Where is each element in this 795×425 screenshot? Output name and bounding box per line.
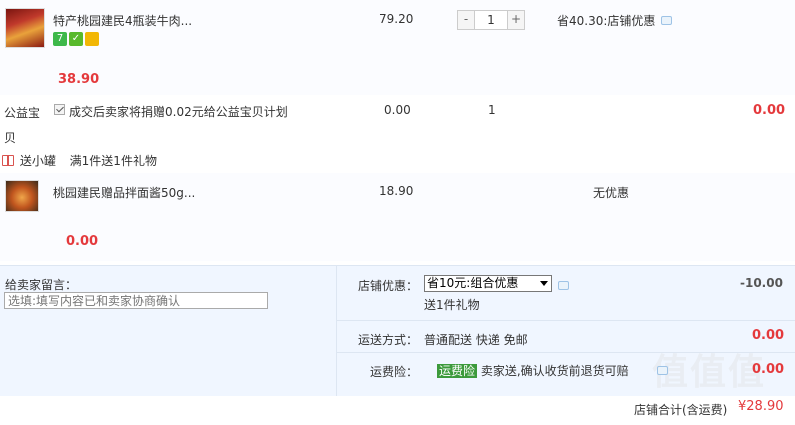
item-1-discount: 省40.30:店铺优惠 bbox=[557, 12, 673, 29]
insurance-text: 卖家送,确认收货前退货可赔 bbox=[480, 364, 629, 378]
shop-discount-amount: -10.00 bbox=[740, 276, 783, 290]
shop-discount-selected: 省10元:组合优惠 bbox=[427, 276, 519, 290]
insurance-label: 运费险： bbox=[370, 365, 419, 379]
watermark: 值值值 bbox=[652, 352, 767, 393]
chevron-down-icon bbox=[540, 281, 548, 286]
shipping-label: 运送方式： bbox=[358, 333, 419, 347]
insurance-tag: 运费险 bbox=[437, 364, 478, 378]
chat-icon[interactable] bbox=[657, 366, 668, 375]
item-1-price: 79.20 bbox=[379, 12, 414, 26]
gift-rule: 满1件送1件礼物 bbox=[69, 154, 157, 168]
item-2-name[interactable]: 桃园建民赠品拌面酱50g... bbox=[53, 184, 195, 201]
credit-card-icon bbox=[85, 32, 99, 46]
item-1-discount-text: 省40.30:店铺优惠 bbox=[557, 14, 656, 28]
gift-label: 送小罐 bbox=[19, 154, 56, 168]
panel-divider bbox=[337, 320, 795, 321]
total-label: 店铺合计(含运费) bbox=[634, 403, 728, 417]
chat-icon[interactable] bbox=[661, 16, 673, 25]
insurance-info: 运费险 卖家送,确认收货前退货可赔 bbox=[437, 362, 629, 379]
gift-row: 送小罐 满1件送1件礼物 bbox=[0, 152, 157, 169]
quantity-stepper: - + bbox=[457, 10, 525, 30]
charity-price: 0.00 bbox=[384, 103, 411, 117]
shop-discount-note: 送1件礼物 bbox=[424, 298, 480, 312]
item-2-subtotal: 0.00 bbox=[66, 234, 99, 249]
item-1-thumbnail[interactable] bbox=[5, 8, 45, 48]
shipping-method: 普通配送 快递 免邮 bbox=[424, 333, 528, 347]
shop-discount-select[interactable]: 省10元:组合优惠 bbox=[424, 275, 552, 292]
charity-text: 成交后卖家将捐赠0.02元给公益宝贝计划 bbox=[69, 105, 288, 119]
charity-label: 公益宝贝 bbox=[4, 106, 41, 145]
panel-divider bbox=[336, 265, 337, 405]
message-label: 给卖家留言： bbox=[5, 278, 78, 292]
shop-discount-label: 店铺优惠： bbox=[358, 279, 419, 293]
shipping-amount: 0.00 bbox=[752, 328, 785, 343]
item-1-subtotal: 38.90 bbox=[58, 72, 100, 87]
quantity-input[interactable] bbox=[474, 11, 508, 29]
total-amount: ¥28.90 bbox=[738, 399, 784, 414]
chat-icon[interactable] bbox=[558, 281, 569, 290]
seller-message-input[interactable] bbox=[4, 292, 268, 309]
item-2-price: 18.90 bbox=[379, 184, 414, 198]
insurance-amount: 0.00 bbox=[752, 362, 785, 377]
quantity-plus-button[interactable]: + bbox=[508, 11, 524, 29]
item-1-name[interactable]: 特产桃园建民4瓶装牛肉... bbox=[53, 12, 192, 29]
item-2-thumbnail[interactable] bbox=[5, 180, 39, 212]
charity-quantity: 1 bbox=[488, 103, 496, 117]
seven-day-return-icon: 7 bbox=[53, 32, 67, 46]
guarantee-icon: ✓ bbox=[69, 32, 83, 46]
charity-subtotal: 0.00 bbox=[753, 103, 786, 118]
gift-icon bbox=[2, 155, 14, 166]
item-2-discount: 无优惠 bbox=[593, 186, 630, 200]
quantity-minus-button[interactable]: - bbox=[458, 11, 474, 29]
item-1-badges: 7 ✓ bbox=[53, 32, 99, 46]
charity-checkbox[interactable] bbox=[54, 104, 65, 115]
